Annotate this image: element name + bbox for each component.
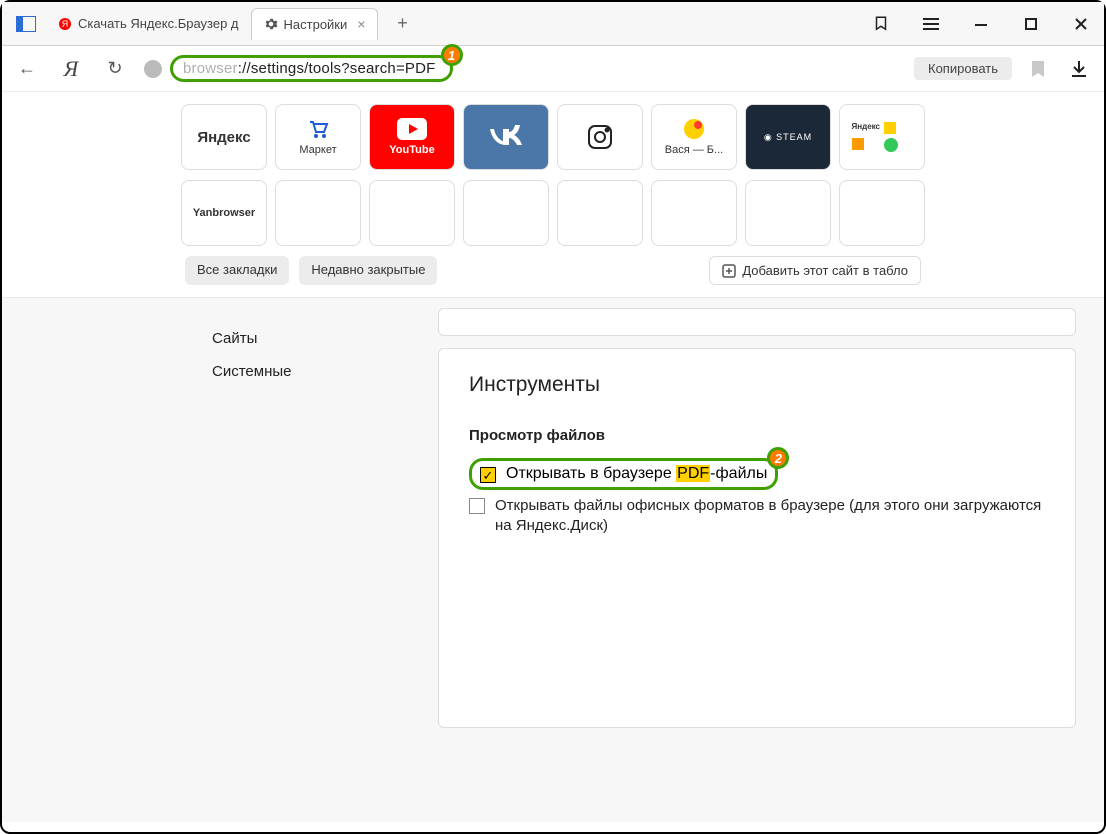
tile-misc[interactable]: Яндекс: [839, 104, 925, 170]
address-bar: ← Я ↻ browser://settings/tools?search=PD…: [2, 46, 1104, 92]
tab-strip: Я Скачать Яндекс.Браузер д Настройки × +: [46, 8, 418, 40]
yandex-home-icon[interactable]: Я: [56, 54, 86, 84]
search-highlight: PDF: [676, 465, 710, 482]
group-title: Просмотр файлов: [469, 427, 1045, 444]
tile-empty[interactable]: [651, 180, 737, 246]
tile-yandex[interactable]: Яндекс: [181, 104, 267, 170]
yandex-fav-icon: Я: [58, 17, 72, 31]
settings-content: Сайты Системные Инструменты Просмотр фай…: [2, 298, 1104, 822]
tile-empty[interactable]: [745, 180, 831, 246]
checkbox-open-office[interactable]: [469, 498, 485, 514]
annotation-badge-1: 1: [441, 44, 463, 66]
panel-prev: [438, 308, 1076, 336]
annotation-badge-2: 2: [767, 447, 789, 469]
tile-empty[interactable]: [275, 180, 361, 246]
tile-market[interactable]: Маркет: [275, 104, 361, 170]
tab-item[interactable]: Я Скачать Яндекс.Браузер д: [46, 8, 251, 40]
tab-item-active[interactable]: Настройки ×: [251, 8, 379, 40]
checkbox-open-pdf[interactable]: ✓: [480, 467, 496, 483]
copy-button[interactable]: Копировать: [914, 57, 1012, 80]
option-row: Открывать файлы офисных форматов в брауз…: [469, 496, 1045, 537]
tile-yanbrowser[interactable]: Yanbrowser: [181, 180, 267, 246]
menu-icon[interactable]: [916, 9, 946, 39]
add-to-dial-button[interactable]: Добавить этот сайт в табло: [709, 256, 921, 285]
sidebar-item-system[interactable]: Системные: [212, 355, 412, 388]
tile-row: Яндекс Маркет YouTube Вася — Б... ◉ STEA…: [181, 104, 925, 170]
gear-icon: [264, 17, 278, 31]
close-icon[interactable]: ×: [357, 16, 365, 32]
option-label: Открывать в браузере PDF-файлы: [506, 465, 767, 483]
sidebar-item-sites[interactable]: Сайты: [212, 322, 412, 355]
reader-icon[interactable]: [866, 9, 896, 39]
url-input[interactable]: browser://settings/tools?search=PDF: [170, 55, 453, 82]
titlebar: Я Скачать Яндекс.Браузер д Настройки × +: [2, 2, 1104, 46]
panel-title: Инструменты: [469, 373, 1045, 397]
dial-footer: Все закладки Недавно закрытые Добавить э…: [185, 256, 921, 285]
bookmark-icon[interactable]: [1030, 59, 1046, 79]
url-field-wrap: browser://settings/tools?search=PDF 1: [144, 55, 453, 82]
tile-empty[interactable]: [557, 180, 643, 246]
svg-text:Я: Я: [62, 19, 69, 29]
downloads-icon[interactable]: [1064, 54, 1094, 84]
tile-instagram[interactable]: [557, 104, 643, 170]
sidebar-toggle-icon[interactable]: [10, 8, 42, 40]
settings-main: Инструменты Просмотр файлов ✓ Открывать …: [412, 298, 1104, 822]
close-window-button[interactable]: [1066, 9, 1096, 39]
tile-vk[interactable]: [463, 104, 549, 170]
back-button[interactable]: ←: [12, 54, 42, 84]
tab-label: Скачать Яндекс.Браузер д: [78, 16, 239, 31]
url-path: ://settings/tools?search=PDF: [238, 60, 436, 77]
tile-yadisk[interactable]: Вася — Б...: [651, 104, 737, 170]
tile-empty[interactable]: [463, 180, 549, 246]
url-scheme: browser: [183, 60, 238, 77]
tile-empty[interactable]: [369, 180, 455, 246]
maximize-button[interactable]: [1016, 9, 1046, 39]
tile-empty[interactable]: [839, 180, 925, 246]
window-controls: [866, 9, 1096, 39]
tools-panel: Инструменты Просмотр файлов ✓ Открывать …: [438, 348, 1076, 728]
option-label: Открывать файлы офисных форматов в брауз…: [495, 496, 1045, 537]
site-identity-icon[interactable]: [144, 60, 162, 78]
speed-dial: Яндекс Маркет YouTube Вася — Б... ◉ STEA…: [2, 92, 1104, 298]
tab-label: Настройки: [284, 17, 348, 32]
reload-button[interactable]: ↻: [100, 54, 130, 84]
all-bookmarks-button[interactable]: Все закладки: [185, 256, 289, 285]
tile-steam[interactable]: ◉ STEAM: [745, 104, 831, 170]
new-tab-button[interactable]: +: [386, 8, 418, 40]
minimize-button[interactable]: [966, 9, 996, 39]
tile-row: Yanbrowser: [181, 180, 925, 246]
tile-youtube[interactable]: YouTube: [369, 104, 455, 170]
settings-sidebar: Сайты Системные: [2, 298, 412, 822]
option-highlighted: ✓ Открывать в браузере PDF-файлы 2: [469, 458, 778, 490]
recently-closed-button[interactable]: Недавно закрытые: [299, 256, 437, 285]
